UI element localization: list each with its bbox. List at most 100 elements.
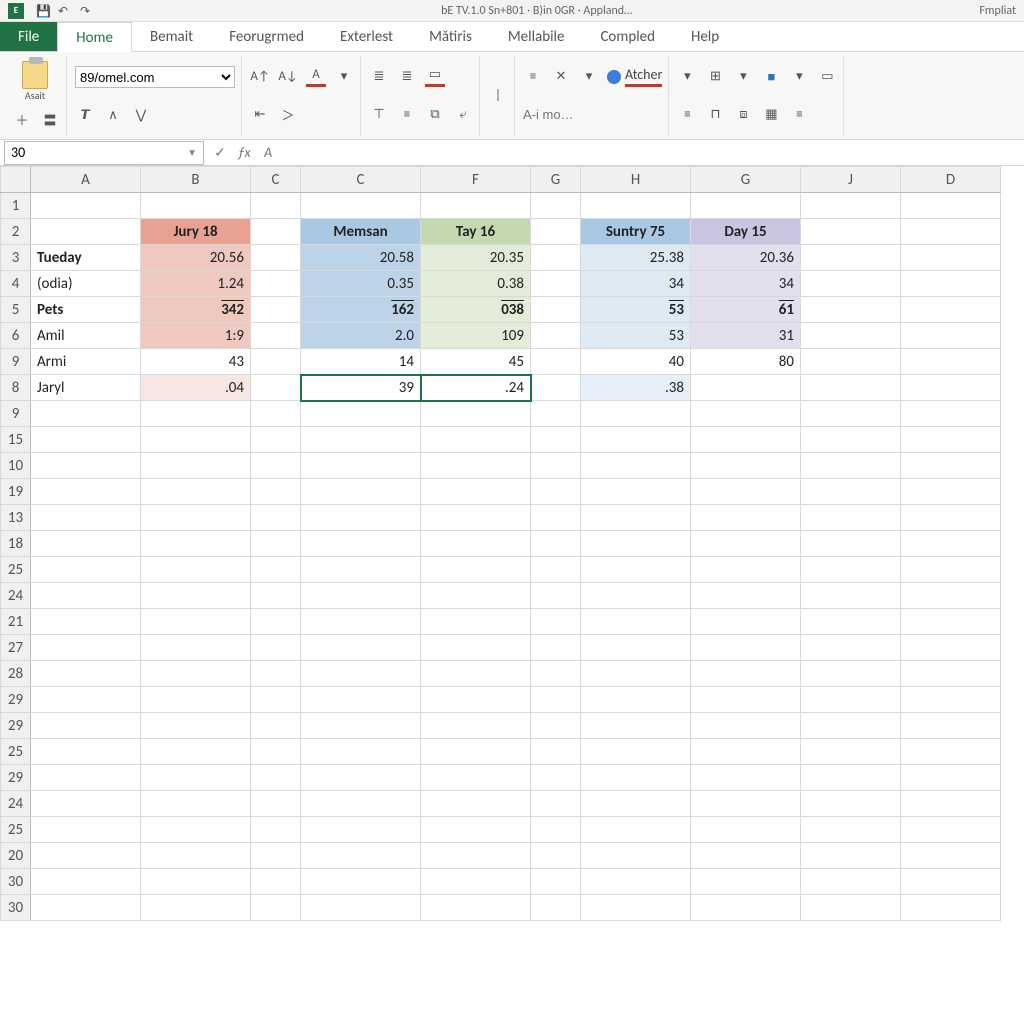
name-box[interactable]: 30 ▼ <box>4 141 204 165</box>
row[interactable]: 27 <box>1 635 1001 661</box>
col-header[interactable]: G <box>531 167 581 193</box>
numbering-icon[interactable]: ≣ <box>397 67 417 87</box>
row[interactable]: 8 Jaryl .04 39 .24 .38 <box>1 375 1001 401</box>
fx-icon-2[interactable]: A <box>256 144 280 161</box>
cell[interactable]: 0.38 <box>421 271 531 297</box>
cell[interactable]: 1:9 <box>141 323 251 349</box>
tab-feorugrmed[interactable]: Feorugrmed <box>211 22 322 51</box>
cell[interactable]: 53 <box>581 297 691 323</box>
col-header[interactable]: C <box>301 167 421 193</box>
row-header[interactable]: 29 <box>1 765 31 791</box>
row-header[interactable]: 4 <box>1 271 31 297</box>
row-header[interactable]: 24 <box>1 583 31 609</box>
tab-file[interactable]: File <box>0 22 57 51</box>
row[interactable]: 2 Jury 18 Memsan Tay 16 Suntry 75 Day 15 <box>1 219 1001 245</box>
spreadsheet-grid[interactable]: A B C C F G H G J D 1 2 Jury 18 Memsan T… <box>0 166 1024 921</box>
col-header[interactable]: B <box>141 167 251 193</box>
row-header[interactable]: 15 <box>1 427 31 453</box>
cell[interactable]: 20.58 <box>301 245 421 271</box>
cell[interactable]: .38 <box>581 375 691 401</box>
cell[interactable]: 34 <box>691 271 801 297</box>
tab-mellabile[interactable]: Mellabile <box>490 22 583 51</box>
underline-icon[interactable]: ⋁ <box>131 105 151 125</box>
row-header[interactable]: 10 <box>1 453 31 479</box>
align-left-icon[interactable]: ≡ <box>523 67 543 87</box>
clear-icon[interactable]: ✕ <box>551 67 571 87</box>
row-header[interactable]: 29 <box>1 687 31 713</box>
row-header[interactable]: 18 <box>1 531 31 557</box>
cell[interactable]: 162 <box>301 297 421 323</box>
find-input[interactable] <box>523 105 593 125</box>
row-header[interactable]: 25 <box>1 557 31 583</box>
row-header[interactable]: 20 <box>1 843 31 869</box>
row-header[interactable]: 3 <box>1 245 31 271</box>
tab-help[interactable]: Help <box>673 22 737 51</box>
row[interactable]: 6 Amil 1:9 2.0 109 53 31 <box>1 323 1001 349</box>
cell[interactable]: 14 <box>301 349 421 375</box>
col-header[interactable]: D <box>901 167 1001 193</box>
row[interactable]: 21 <box>1 609 1001 635</box>
indent-increase-icon[interactable]: ＞ <box>278 105 298 125</box>
row[interactable]: 13 <box>1 505 1001 531</box>
merge-icon[interactable]: ⧉ <box>425 105 445 125</box>
cell[interactable]: Memsan <box>301 219 421 245</box>
row-header[interactable]: 25 <box>1 817 31 843</box>
indent-decrease-icon[interactable]: ⇤ <box>250 105 270 125</box>
align-middle-icon[interactable]: ≡ <box>397 105 417 125</box>
row[interactable]: 10 <box>1 453 1001 479</box>
col-header[interactable]: C <box>251 167 301 193</box>
row-header[interactable]: 30 <box>1 869 31 895</box>
row-header[interactable]: 2 <box>1 219 31 245</box>
cell[interactable]: Suntry 75 <box>581 219 691 245</box>
row[interactable]: 15 <box>1 427 1001 453</box>
row[interactable]: 20 <box>1 843 1001 869</box>
cell[interactable]: Jaryl <box>31 375 141 401</box>
dropdown-icon[interactable]: ▾ <box>579 67 599 87</box>
cell[interactable]: 53 <box>581 323 691 349</box>
cell[interactable]: 40 <box>581 349 691 375</box>
cell[interactable]: 038 <box>421 297 531 323</box>
row-header[interactable]: 30 <box>1 895 31 921</box>
row[interactable]: 30 <box>1 895 1001 921</box>
cell[interactable]: Tueday <box>31 245 141 271</box>
font-color-icon[interactable]: A <box>306 67 326 87</box>
row[interactable]: 9 Armi 43 14 45 40 80 <box>1 349 1001 375</box>
font-select[interactable]: 89/omel.com <box>75 66 235 88</box>
bullets-icon[interactable]: ≣ <box>369 67 389 87</box>
delete-icon[interactable]: ▾ <box>733 67 753 87</box>
row[interactable]: 19 <box>1 479 1001 505</box>
row-header[interactable]: 21 <box>1 609 31 635</box>
tab-compled[interactable]: Compled <box>582 22 673 51</box>
italic-icon[interactable]: ∧ <box>103 105 123 125</box>
chevron-down-icon[interactable]: ▼ <box>187 146 197 159</box>
cell[interactable] <box>691 375 801 401</box>
align-h-icon[interactable]: ≡ <box>677 105 697 125</box>
row-header[interactable]: 27 <box>1 635 31 661</box>
select-all-corner[interactable] <box>1 167 31 193</box>
row-header[interactable]: 9 <box>1 349 31 375</box>
col-header[interactable]: A <box>31 167 141 193</box>
row[interactable]: 30 <box>1 869 1001 895</box>
cell[interactable]: 20.56 <box>141 245 251 271</box>
minus-icon[interactable]: 〓 <box>40 110 60 130</box>
cell[interactable]: 342 <box>141 297 251 323</box>
row[interactable]: 29 <box>1 687 1001 713</box>
col-header[interactable]: H <box>581 167 691 193</box>
cell[interactable]: 61 <box>691 297 801 323</box>
col-header[interactable]: J <box>801 167 901 193</box>
undo-icon[interactable]: ↶ <box>58 4 72 18</box>
bold-icon[interactable]: 𝙏 <box>75 105 95 125</box>
row-header[interactable]: 6 <box>1 323 31 349</box>
insert-icon[interactable]: ⊞ <box>705 67 725 87</box>
col-header[interactable]: G <box>691 167 801 193</box>
row[interactable]: 9 <box>1 401 1001 427</box>
border-icon[interactable]: ▾ <box>677 67 697 87</box>
cell[interactable]: 20.35 <box>421 245 531 271</box>
cell[interactable]: 20.36 <box>691 245 801 271</box>
row[interactable]: 5 Pets 342 162 038 53 61 <box>1 297 1001 323</box>
table-icon[interactable]: ▦ <box>761 105 781 125</box>
cell[interactable]: Tay 16 <box>421 219 531 245</box>
cell[interactable]: 2.0 <box>301 323 421 349</box>
tab-bemait[interactable]: Bemait <box>132 22 211 51</box>
row-header[interactable]: 19 <box>1 479 31 505</box>
